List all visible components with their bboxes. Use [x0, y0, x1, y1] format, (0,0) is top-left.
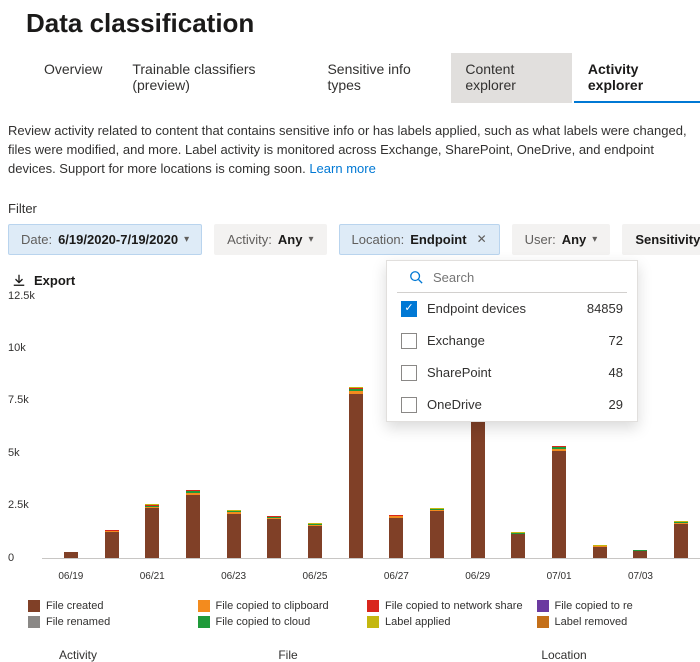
chart-bar[interactable]: [389, 515, 403, 558]
search-input[interactable]: [431, 269, 615, 286]
tab-activity-explorer[interactable]: Activity explorer: [574, 53, 700, 103]
close-icon[interactable]: ✕: [473, 232, 487, 246]
footer-axis-labels: Activity File Location: [8, 648, 700, 662]
legend-item: File copied to network share: [367, 600, 531, 612]
legend-item: File renamed: [28, 616, 192, 628]
chart-bar[interactable]: [349, 387, 363, 558]
chevron-down-icon: ▾: [184, 234, 189, 245]
chevron-down-icon: ▾: [592, 234, 597, 245]
filter-pills: Date: 6/19/2020-7/19/2020 ▾ Activity: An…: [8, 224, 700, 255]
checkbox[interactable]: [401, 333, 417, 349]
learn-more-link[interactable]: Learn more: [309, 161, 375, 176]
chart-bar[interactable]: [267, 516, 281, 558]
tab-sensitive-info-types[interactable]: Sensitive info types: [313, 53, 449, 103]
chart-bar[interactable]: [674, 521, 688, 557]
chart-legend: File created File copied to clipboard File…: [8, 600, 700, 628]
filter-label: Filter: [8, 201, 700, 216]
search-icon: [409, 270, 423, 284]
checkbox[interactable]: [401, 365, 417, 381]
tab-trainable-classifiers-preview-[interactable]: Trainable classifiers (preview): [118, 53, 311, 103]
chart-bar[interactable]: [430, 508, 444, 557]
legend-item: File copied to cloud: [198, 616, 362, 628]
chart-bar[interactable]: [633, 550, 647, 558]
location-dropdown: Endpoint devices84859Exchange72SharePoin…: [386, 260, 638, 422]
legend-item: File created: [28, 600, 192, 612]
chart-bar[interactable]: [308, 523, 322, 557]
chart-bar[interactable]: [552, 446, 566, 558]
dropdown-search[interactable]: [397, 261, 627, 293]
filter-pill-activity[interactable]: Activity: Any ▾: [214, 224, 326, 255]
location-option[interactable]: Exchange72: [387, 325, 637, 357]
filter-pill-date[interactable]: Date: 6/19/2020-7/19/2020 ▾: [8, 224, 202, 255]
description-text: Review activity related to content that …: [8, 122, 700, 179]
location-option[interactable]: SharePoint48: [387, 357, 637, 389]
filter-pill-sensitivity[interactable]: Sensitivity: [622, 224, 700, 255]
chart-bar[interactable]: [186, 490, 200, 558]
tabs: OverviewTrainable classifiers (preview)S…: [8, 53, 700, 104]
legend-item: Label applied: [367, 616, 531, 628]
page-title: Data classification: [26, 8, 700, 39]
legend-item: File copied to clipboard: [198, 600, 362, 612]
filter-pill-user[interactable]: User: Any ▾: [512, 224, 611, 255]
chart-bar[interactable]: [227, 510, 241, 557]
location-option[interactable]: Endpoint devices84859: [387, 293, 637, 325]
legend-item: Label removed: [537, 616, 700, 628]
filter-pill-location[interactable]: Location: Endpoint ✕: [339, 224, 500, 255]
tab-overview[interactable]: Overview: [30, 53, 116, 103]
chart-bar[interactable]: [511, 532, 525, 557]
download-icon: [12, 273, 26, 287]
chevron-down-icon: ▾: [308, 234, 313, 245]
chart-bar[interactable]: [64, 552, 78, 557]
chart-bar[interactable]: [145, 504, 159, 557]
checkbox[interactable]: [401, 301, 417, 317]
chart-bar[interactable]: [593, 545, 607, 557]
tab-content-explorer[interactable]: Content explorer: [451, 53, 572, 103]
location-option[interactable]: OneDrive29: [387, 389, 637, 421]
legend-item: File copied to re: [537, 600, 700, 612]
chart-bar[interactable]: [105, 530, 119, 558]
checkbox[interactable]: [401, 397, 417, 413]
